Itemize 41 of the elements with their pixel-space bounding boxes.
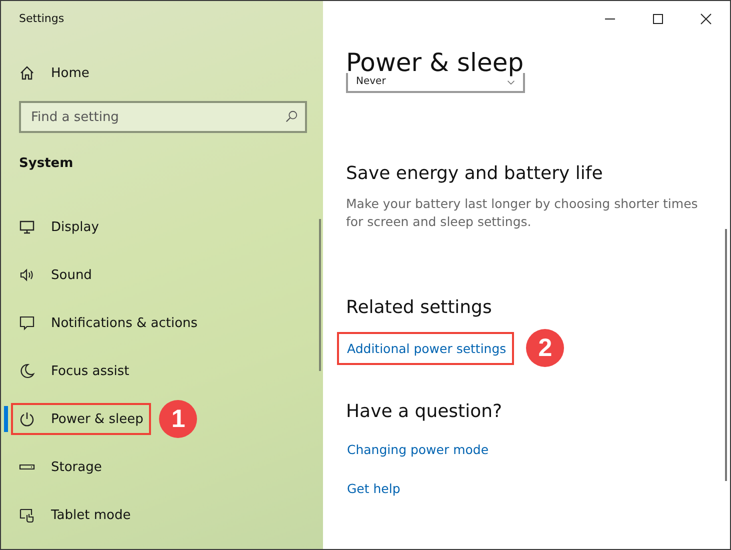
sound-icon xyxy=(19,267,35,283)
nav-item[interactable]: Sound xyxy=(11,259,100,291)
scrollbar[interactable] xyxy=(725,229,727,481)
chevron-icon xyxy=(507,80,515,84)
window-title: Settings xyxy=(19,12,66,27)
notifications-icon xyxy=(19,315,35,331)
nav-item[interactable]: Tablet mode xyxy=(11,499,139,531)
link[interactable]: Additional power settings xyxy=(337,332,514,364)
nav-item[interactable]: Storage xyxy=(11,451,110,483)
section-heading: Save energy and battery life xyxy=(346,163,604,185)
search-field[interactable]: Find a setting xyxy=(19,101,307,133)
search-icon xyxy=(285,110,298,123)
power-icon xyxy=(19,411,35,427)
nav-label: Tablet mode xyxy=(51,508,131,522)
step-badge: 2 xyxy=(526,329,564,367)
home-link[interactable]: Home xyxy=(19,65,90,81)
home-label: Home xyxy=(51,66,90,80)
nav-label: Storage xyxy=(51,460,102,474)
nav-label: Focus assist xyxy=(51,364,130,378)
display-icon xyxy=(19,219,35,235)
nav-item[interactable]: Focus assist xyxy=(11,355,138,387)
section-heading: Have a question? xyxy=(346,401,504,423)
scrollbar[interactable] xyxy=(319,219,321,371)
nav-item[interactable]: Power & sleep xyxy=(11,403,152,435)
home-icon xyxy=(19,65,35,81)
section-heading: System xyxy=(19,156,74,173)
step-badge: 1 xyxy=(159,400,198,438)
description-text: Make your battery last longer by choosing shorter times for screen and sleep settings. xyxy=(346,195,699,231)
maximize-icon[interactable] xyxy=(652,13,664,25)
nav-label: Power & sleep xyxy=(51,412,144,426)
nav-label: Notifications & actions xyxy=(51,316,198,330)
nav-label: Display xyxy=(51,220,99,234)
nav-item[interactable]: Display xyxy=(11,211,107,243)
tablet-icon xyxy=(19,507,35,523)
nav-item[interactable]: Notifications & actions xyxy=(11,307,206,339)
link[interactable]: Get help xyxy=(337,472,408,505)
nav-label: Sound xyxy=(51,268,92,282)
focus-icon xyxy=(19,363,35,379)
close-icon[interactable] xyxy=(700,13,712,25)
link[interactable]: Changing power mode xyxy=(337,433,497,466)
section-heading: Related settings xyxy=(346,297,493,319)
